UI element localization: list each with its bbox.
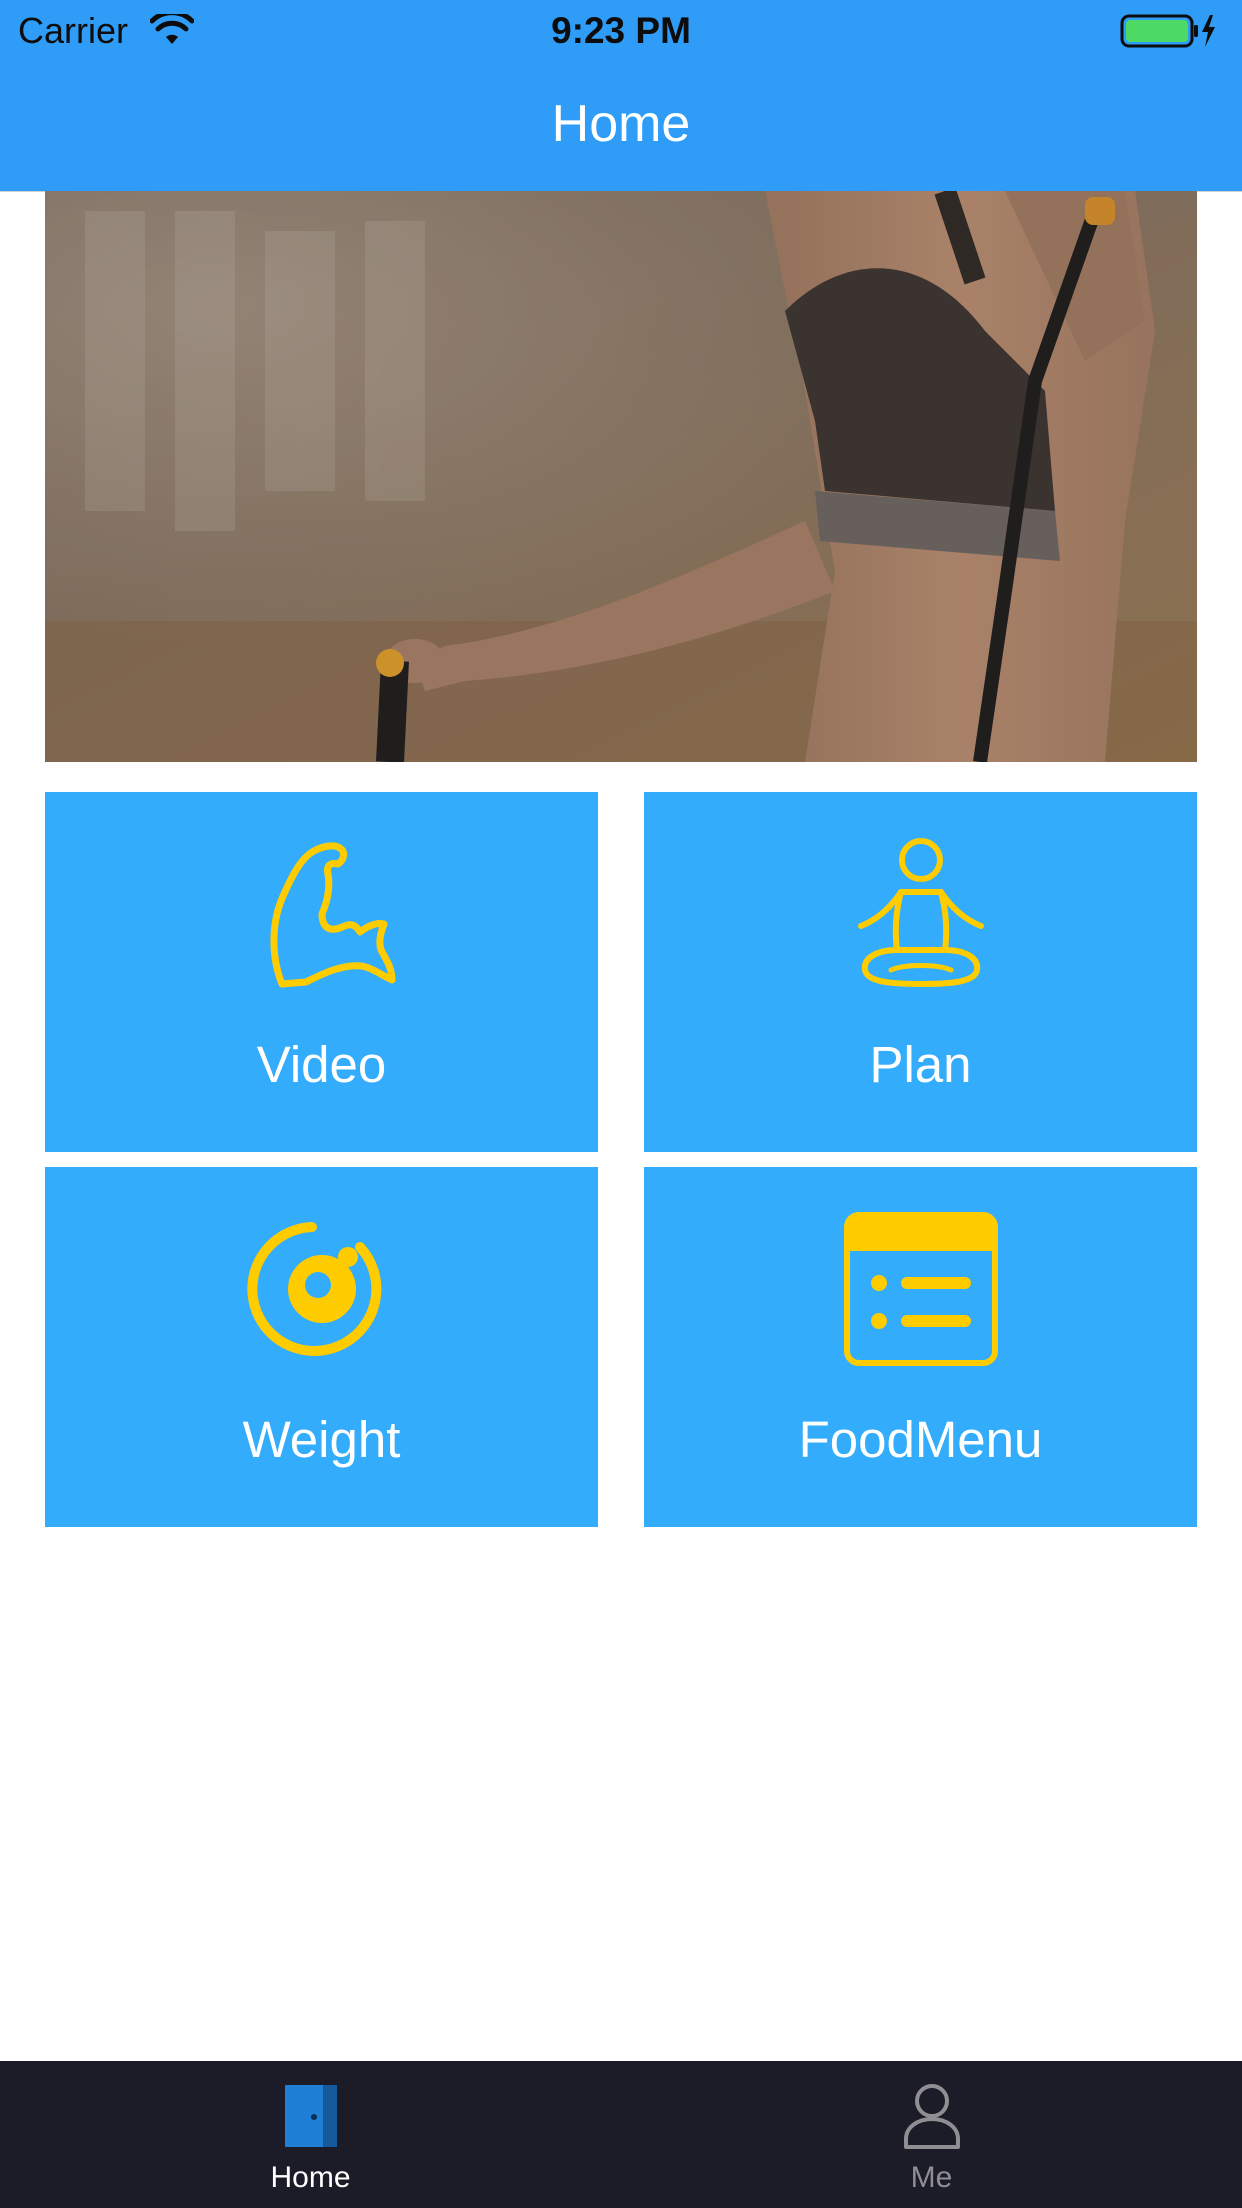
plan-label: Plan: [869, 1036, 972, 1093]
list-card-icon: [843, 1212, 998, 1366]
weight-tile[interactable]: Weight: [45, 1167, 598, 1527]
video-tile[interactable]: Video: [45, 792, 598, 1152]
status-time: 9:23 PM: [551, 10, 691, 51]
weight-label: Weight: [242, 1411, 401, 1468]
status-bar: Carrier 9:23 PM: [0, 0, 1242, 62]
meditation-icon: [857, 838, 984, 987]
food-menu-label: FoodMenu: [798, 1411, 1043, 1468]
page-title: Home: [551, 95, 691, 153]
tab-home[interactable]: Home: [0, 2061, 621, 2208]
battery-charging-icon: [1120, 14, 1215, 48]
tab-me[interactable]: Me: [621, 2061, 1242, 2208]
home-screen: Carrier 9:23 PM Home Video Plan Weight F…: [0, 0, 1242, 2208]
tab-me-label: Me: [910, 2161, 953, 2194]
person-icon: [903, 2084, 960, 2149]
plan-tile[interactable]: Plan: [644, 792, 1197, 1152]
food-menu-tile[interactable]: FoodMenu: [644, 1167, 1197, 1527]
tab-bar: Home Me: [0, 2061, 1242, 2208]
video-label: Video: [256, 1036, 387, 1093]
banner-image: [45, 191, 1197, 762]
tab-home-label: Home: [270, 2161, 351, 2194]
door-icon: [284, 2085, 337, 2147]
target-ring-icon: [246, 1222, 381, 1356]
navigation-bar: Carrier 9:23 PM Home: [0, 0, 1242, 191]
flexed-arm-icon: [270, 842, 395, 988]
